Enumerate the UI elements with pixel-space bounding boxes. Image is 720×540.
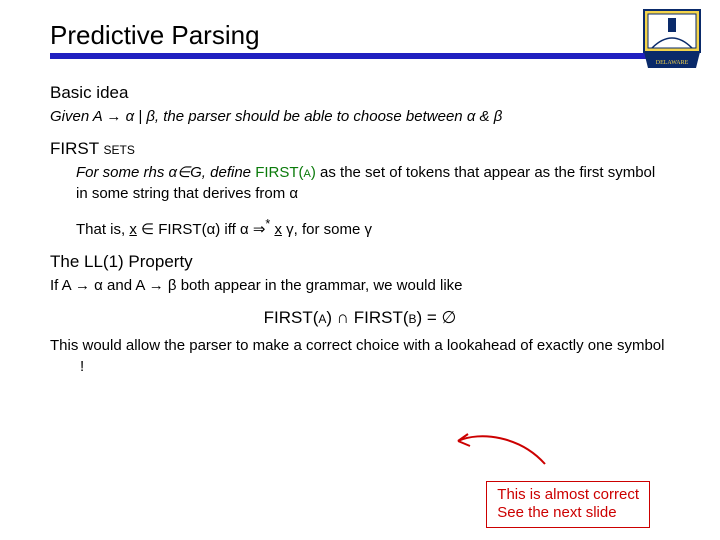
first-sets-def: For some rhs α∈G, define FIRST(α) as the… (76, 163, 670, 204)
university-logo: DELAWARE (642, 8, 702, 70)
ll1-heading: The LL(1) Property (50, 252, 670, 272)
slide-title: Predictive Parsing (50, 20, 670, 59)
ll1-condition: If A → α and A → β both appear in the gr… (50, 276, 670, 296)
callout-line2: See the next slide (497, 504, 639, 523)
first-sets-heading: FIRST sets (50, 139, 670, 159)
basic-idea-heading: Basic idea (50, 83, 670, 103)
callout-arrow (450, 426, 570, 466)
first-sets-heading-text: FIRST sets (50, 139, 135, 158)
callout-line1: This is almost correct (497, 486, 639, 505)
basic-idea-text: Given A → α | β, the parser should be ab… (50, 107, 670, 127)
first-sets-formal: That is, x ∈ FIRST(α) iff α ⇒* x γ, for … (76, 216, 670, 240)
ll1-conclusion: This would allow the parser to make a co… (50, 336, 670, 377)
svg-text:DELAWARE: DELAWARE (656, 60, 689, 66)
callout-box: This is almost correct See the next slid… (486, 481, 650, 529)
ll1-equation: FIRST(α) ∩ FIRST(β) = ∅ (50, 308, 670, 328)
